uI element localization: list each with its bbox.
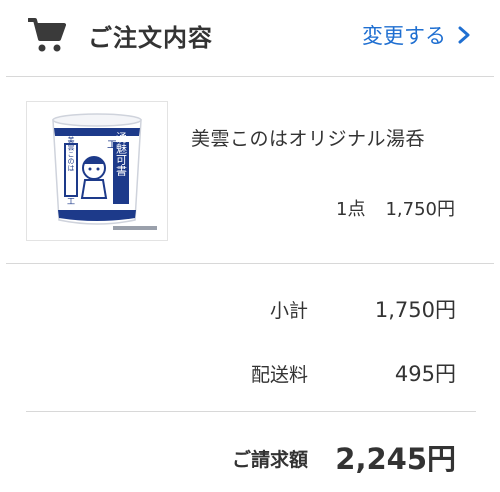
product-quantity: 1点: [336, 199, 366, 220]
teacup-image: 美雲このは 湧魅可書 工 工: [52, 113, 157, 230]
svg-text:工: 工: [67, 197, 75, 206]
change-label: 変更する: [362, 24, 446, 48]
product-thumbnail[interactable]: 美雲このは 湧魅可書 工 工: [26, 101, 168, 241]
order-header: ご注文内容 変更する: [0, 0, 500, 76]
header-divider: [6, 76, 494, 77]
total-value: 2,245円: [335, 442, 456, 476]
subtotal-label: 小計: [269, 300, 308, 322]
product-price: 1,750円: [385, 199, 455, 220]
summary-divider: [26, 411, 476, 412]
cart-icon: [28, 18, 66, 52]
shipping-value: 495円: [394, 362, 456, 386]
total-label: ご請求額: [231, 449, 308, 471]
change-button[interactable]: 変更する: [362, 20, 470, 50]
svg-text:美雲このは: 美雲このは: [67, 136, 75, 172]
product-divider: [6, 263, 494, 264]
product-name: 美雲このはオリジナル湯呑: [191, 128, 426, 150]
chevron-right-icon: [458, 26, 470, 44]
shipping-label: 配送料: [250, 364, 308, 386]
subtotal-value: 1,750円: [374, 298, 456, 322]
svg-text:湧魅可書: 湧魅可書: [115, 132, 128, 177]
page-title: ご注文内容: [88, 24, 213, 52]
svg-text:工: 工: [107, 140, 117, 151]
